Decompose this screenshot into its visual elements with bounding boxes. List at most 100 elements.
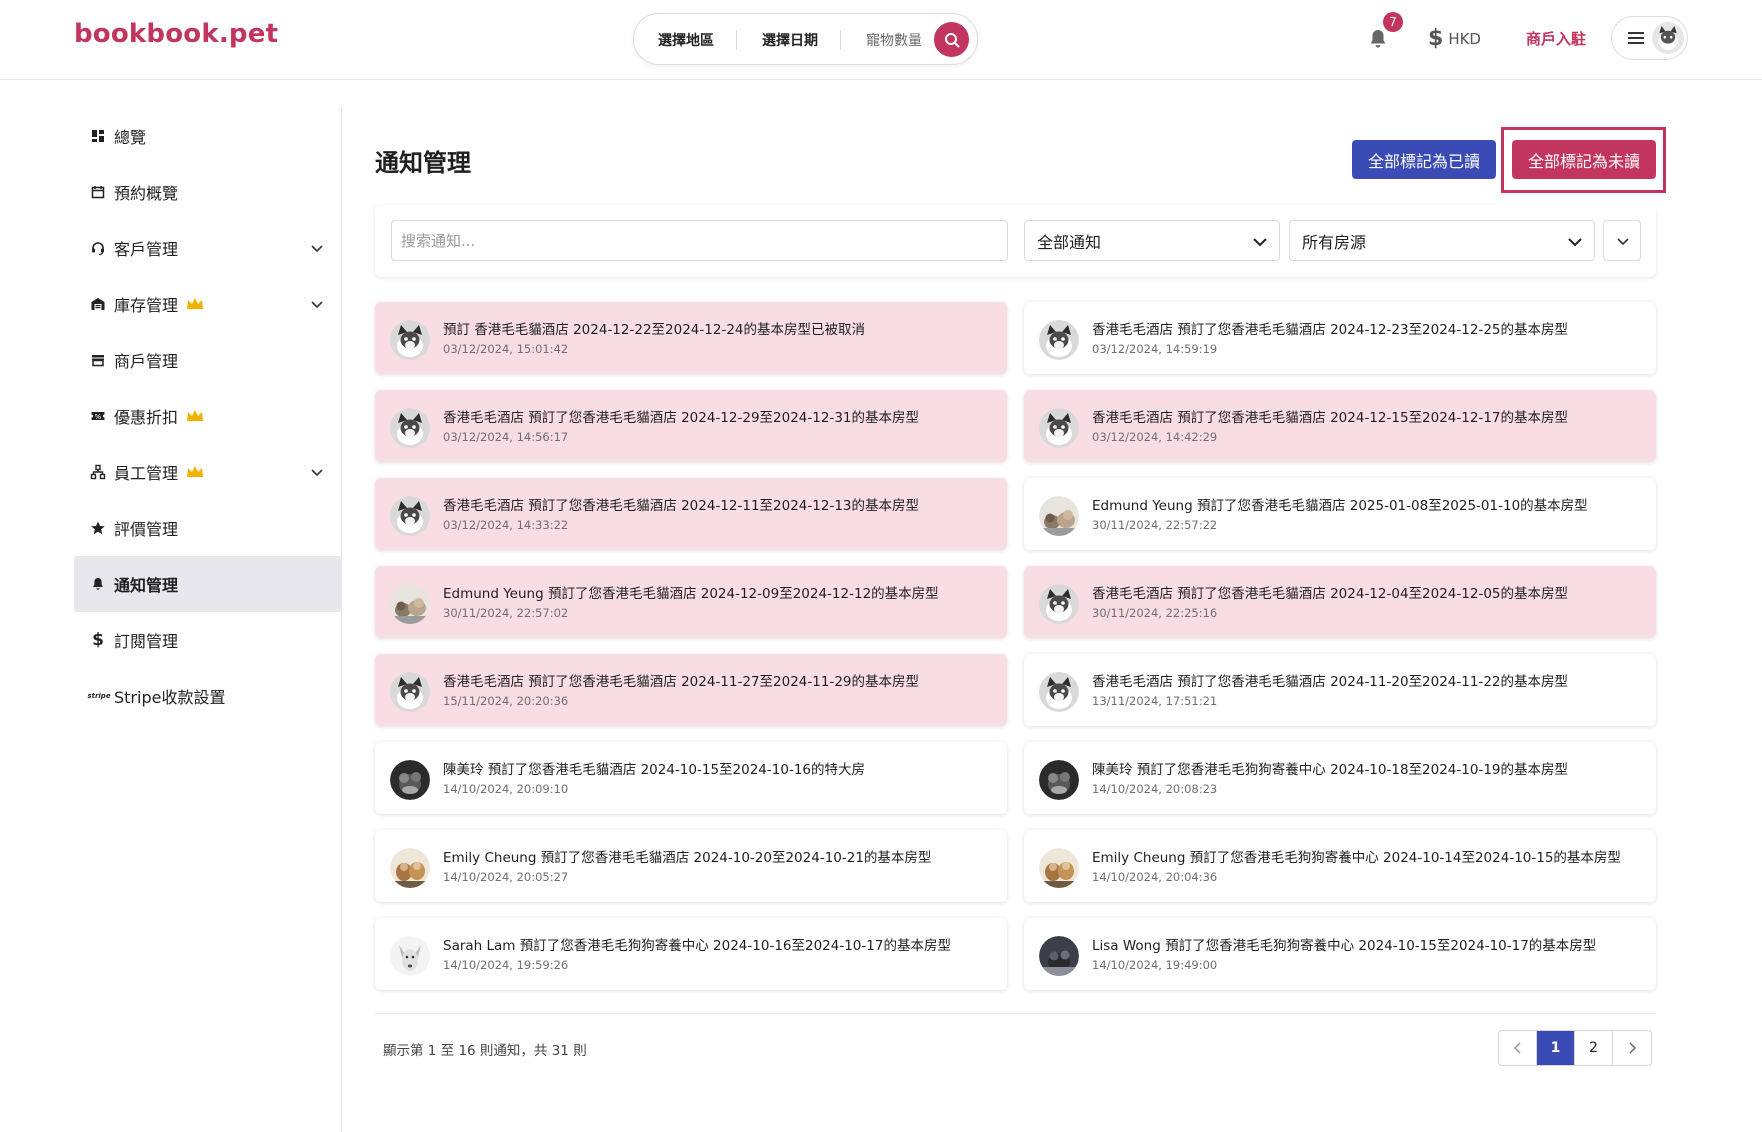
sidebar-item-label: 客戶管理 [114, 240, 179, 259]
notification-message: Emily Cheung 預訂了您香港毛毛狗狗寄養中心 2024-10-14至2… [1092, 850, 1621, 866]
notification-type-select[interactable]: 全部通知 [1024, 220, 1280, 261]
prev-page-button[interactable] [1499, 1031, 1537, 1065]
search-icon [944, 32, 959, 47]
store-icon [92, 355, 104, 367]
notification-avatar [390, 672, 430, 712]
sidebar-item-stripe[interactable]: stripe Stripe收款設置 [74, 668, 342, 724]
notification-timestamp: 03/12/2024, 14:33:22 [443, 518, 569, 532]
notification-message: Emily Cheung 預訂了您香港毛毛貓酒店 2024-10-20至2024… [443, 850, 932, 866]
notification-item[interactable]: 陳美玲 預訂了您香港毛毛狗狗寄養中心 2024-10-18至2024-10-19… [1024, 742, 1656, 814]
notification-message: 陳美玲 預訂了您香港毛毛貓酒店 2024-10-15至2024-10-16的特大… [443, 762, 865, 778]
notification-item[interactable]: 香港毛毛酒店 預訂了您香港毛毛貓酒店 2024-12-11至2024-12-13… [375, 478, 1007, 550]
top-header: bookbook.pet 選擇地區 選擇日期 寵物數量 7 $ HKD 商戶入駐 [0, 0, 1762, 80]
notification-item[interactable]: 香港毛毛酒店 預訂了您香港毛毛貓酒店 2024-11-27至2024-11-29… [375, 654, 1007, 726]
search-notifications-input[interactable] [391, 220, 1008, 261]
notification-message: 預訂 香港毛毛貓酒店 2024-12-22至2024-12-24的基本房型已被取… [443, 322, 865, 338]
notification-avatar [1039, 760, 1079, 800]
notification-item[interactable]: Sarah Lam 預訂了您香港毛毛狗狗寄養中心 2024-10-16至2024… [375, 918, 1007, 990]
notification-bell-icon[interactable] [1366, 27, 1390, 51]
sidebar-item-label: 員工管理 [114, 460, 204, 484]
pet-count-selector[interactable]: 寵物數量 [866, 30, 922, 50]
sidebar-item-overview[interactable]: 總覽 [74, 108, 342, 164]
sidebar-item-label: 商戶管理 [114, 352, 179, 371]
sidebar-item-text: 優惠折扣 [114, 408, 179, 427]
page-title: 通知管理 [375, 149, 471, 177]
notification-item[interactable]: Edmund Yeung 預訂了您香港毛毛貓酒店 2025-01-08至2025… [1024, 478, 1656, 550]
notification-message: Edmund Yeung 預訂了您香港毛毛貓酒店 2024-12-09至2024… [443, 586, 939, 602]
chevron-down-icon [311, 245, 323, 253]
user-avatar [1652, 22, 1684, 54]
sidebar-item-bookings[interactable]: 預約概覽 [74, 164, 342, 220]
region-selector[interactable]: 選擇地區 [658, 30, 714, 50]
notification-timestamp: 03/12/2024, 14:42:29 [1092, 430, 1218, 444]
sidebar-item-staff[interactable]: 員工管理 [74, 444, 342, 500]
notification-item[interactable]: 陳美玲 預訂了您香港毛毛貓酒店 2024-10-15至2024-10-16的特大… [375, 742, 1007, 814]
notification-timestamp: 14/10/2024, 20:05:27 [443, 870, 569, 884]
notification-avatar [390, 496, 430, 536]
sidebar-item-customers[interactable]: 客戶管理 [74, 220, 342, 276]
sidebar-item-notifications[interactable]: 通知管理 [74, 556, 342, 612]
notification-item[interactable]: Emily Cheung 預訂了您香港毛毛貓酒店 2024-10-20至2024… [375, 830, 1007, 902]
notification-timestamp: 30/11/2024, 22:57:02 [443, 606, 569, 620]
notification-message: 香港毛毛酒店 預訂了您香港毛毛貓酒店 2024-12-15至2024-12-17… [1092, 410, 1568, 426]
mark-all-unread-button[interactable]: 全部標記為未讀 [1512, 140, 1656, 179]
notification-message: 香港毛毛酒店 預訂了您香港毛毛貓酒店 2024-11-27至2024-11-29… [443, 674, 919, 690]
stripe-icon: stripe [87, 692, 111, 700]
page-2-button[interactable]: 2 [1575, 1031, 1613, 1065]
sidebar-item-merchant[interactable]: 商戶管理 [74, 332, 342, 388]
pagination: 1 2 [1498, 1030, 1652, 1066]
currency-label: HKD [1448, 29, 1481, 48]
notification-avatar [390, 936, 430, 976]
notification-avatar [390, 584, 430, 624]
property-select[interactable]: 所有房源 [1289, 220, 1595, 261]
notification-item[interactable]: Lisa Wong 預訂了您香港毛毛狗狗寄養中心 2024-10-15至2024… [1024, 918, 1656, 990]
notification-item[interactable]: 香港毛毛酒店 預訂了您香港毛毛貓酒店 2024-12-04至2024-12-05… [1024, 566, 1656, 638]
next-page-button[interactable] [1613, 1031, 1651, 1065]
notification-item[interactable]: 香港毛毛酒店 預訂了您香港毛毛貓酒店 2024-12-15至2024-12-17… [1024, 390, 1656, 462]
select-value: 所有房源 [1302, 232, 1367, 252]
notification-item[interactable]: Edmund Yeung 預訂了您香港毛毛貓酒店 2024-12-09至2024… [375, 566, 1007, 638]
notification-avatar [1039, 672, 1079, 712]
crown-icon [187, 466, 204, 477]
notification-item[interactable]: 香港毛毛酒店 預訂了您香港毛毛貓酒店 2024-12-23至2024-12-25… [1024, 302, 1656, 374]
notification-avatar [390, 320, 430, 360]
notification-timestamp: 30/11/2024, 22:57:22 [1092, 518, 1218, 532]
sidebar-item-reviews[interactable]: 評價管理 [74, 500, 342, 556]
filter-bar: 全部通知 所有房源 [375, 205, 1656, 277]
sidebar-item-label: 優惠折扣 [114, 404, 204, 428]
calendar-icon [91, 186, 105, 199]
merchant-signup-link[interactable]: 商戶入駐 [1526, 28, 1586, 49]
sidebar-item-discounts[interactable]: % 優惠折扣 [74, 388, 342, 444]
sidebar-item-label: 通知管理 [114, 576, 179, 595]
notification-timestamp: 14/10/2024, 20:09:10 [443, 782, 569, 796]
notification-timestamp: 30/11/2024, 22:25:16 [1092, 606, 1218, 620]
mark-all-read-button[interactable]: 全部標記為已讀 [1352, 140, 1496, 179]
warehouse-icon [91, 298, 105, 310]
notification-timestamp: 03/12/2024, 14:59:19 [1092, 342, 1218, 356]
chevron-right-icon [1629, 1042, 1637, 1054]
notification-avatar [1039, 936, 1079, 976]
page-1-button[interactable]: 1 [1537, 1031, 1575, 1065]
notification-timestamp: 03/12/2024, 15:01:42 [443, 342, 569, 356]
expand-filters-button[interactable] [1603, 220, 1641, 261]
notification-avatar [390, 408, 430, 448]
notification-avatar [1039, 496, 1079, 536]
search-bar[interactable]: 選擇地區 選擇日期 寵物數量 [633, 13, 978, 65]
notification-item[interactable]: 香港毛毛酒店 預訂了您香港毛毛貓酒店 2024-11-20至2024-11-22… [1024, 654, 1656, 726]
sidebar-item-inventory[interactable]: 庫存管理 [74, 276, 342, 332]
notification-item[interactable]: Emily Cheung 預訂了您香港毛毛狗狗寄養中心 2024-10-14至2… [1024, 830, 1656, 902]
notification-message: Sarah Lam 預訂了您香港毛毛狗狗寄養中心 2024-10-16至2024… [443, 938, 951, 954]
notification-message: 陳美玲 預訂了您香港毛毛狗狗寄養中心 2024-10-18至2024-10-19… [1092, 762, 1568, 778]
ticket-icon: % [91, 412, 105, 421]
notification-item[interactable]: 香港毛毛酒店 預訂了您香港毛毛貓酒店 2024-12-29至2024-12-31… [375, 390, 1007, 462]
currency-selector[interactable]: $ HKD [1428, 26, 1481, 51]
user-menu[interactable] [1611, 16, 1688, 60]
logo[interactable]: bookbook.pet [74, 19, 278, 49]
select-value: 全部通知 [1037, 232, 1102, 252]
dashboard-icon [92, 130, 104, 142]
date-selector[interactable]: 選擇日期 [762, 30, 818, 50]
search-button[interactable] [934, 22, 969, 57]
notification-avatar [1039, 584, 1079, 624]
sidebar-item-subscription[interactable]: $ 訂閱管理 [74, 612, 342, 668]
notification-item[interactable]: 預訂 香港毛毛貓酒店 2024-12-22至2024-12-24的基本房型已被取… [375, 302, 1007, 374]
